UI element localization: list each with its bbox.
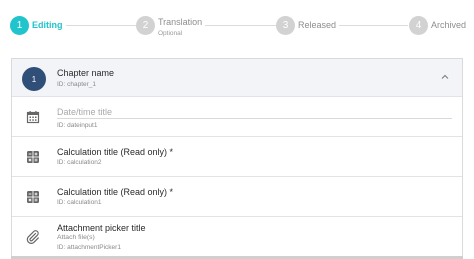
- calculation1-field: Calculation title (Read only) * ID: calc…: [12, 177, 462, 217]
- step-optional-label: Optional: [158, 30, 183, 37]
- step-label: Editing: [32, 20, 63, 30]
- chapter-id: ID: chapter_1: [57, 81, 97, 88]
- field-id: ID: calculation2: [57, 159, 102, 166]
- workflow-stepper: 1 Editing 2 Translation Optional 3 Relea…: [0, 0, 474, 50]
- date-time-field: Date/time title ID: dateinput1: [12, 97, 462, 137]
- calculator-icon: [27, 191, 39, 203]
- attachment-title: Attachment picker title: [57, 223, 146, 233]
- step-number-badge: 2: [136, 16, 155, 35]
- step-editing[interactable]: 1 Editing: [10, 16, 66, 35]
- chevron-up-icon[interactable]: [440, 72, 450, 82]
- date-time-input[interactable]: Date/time title: [57, 107, 112, 117]
- calculator-icon: [27, 151, 39, 163]
- paperclip-icon[interactable]: [26, 230, 40, 244]
- calculation2-field: Calculation title (Read only) * ID: calc…: [12, 137, 462, 177]
- field-id: ID: dateinput1: [57, 122, 98, 129]
- field-id: ID: calculation1: [57, 199, 102, 206]
- step-label: Translation: [158, 17, 203, 27]
- chapter-header[interactable]: 1 Chapter name ID: chapter_1: [12, 59, 462, 97]
- chapter-number-badge: 1: [22, 67, 46, 91]
- step-released[interactable]: 3 Released: [276, 16, 340, 35]
- field-id: ID: attachmentPicker1: [57, 244, 121, 251]
- step-label: Released: [298, 20, 337, 30]
- calendar-icon[interactable]: [26, 110, 40, 124]
- calculation-title: Calculation title (Read only) *: [57, 187, 174, 197]
- attach-files-link[interactable]: Attach file(s): [57, 234, 95, 241]
- step-number-badge: 1: [10, 16, 29, 35]
- step-archived[interactable]: 4 Archived: [409, 16, 467, 35]
- form-card: 1 Chapter name ID: chapter_1 Date/time t…: [11, 58, 463, 259]
- calculation-title: Calculation title (Read only) *: [57, 147, 174, 157]
- input-underline: [57, 118, 452, 119]
- chapter-title: Chapter name: [57, 68, 115, 78]
- attachment-picker-field[interactable]: Attachment picker title Attach file(s) I…: [12, 217, 462, 259]
- step-number-badge: 4: [409, 16, 428, 35]
- step-label: Archived: [431, 20, 467, 30]
- step-translation[interactable]: 2 Translation Optional: [136, 16, 206, 38]
- step-number-badge: 3: [276, 16, 295, 35]
